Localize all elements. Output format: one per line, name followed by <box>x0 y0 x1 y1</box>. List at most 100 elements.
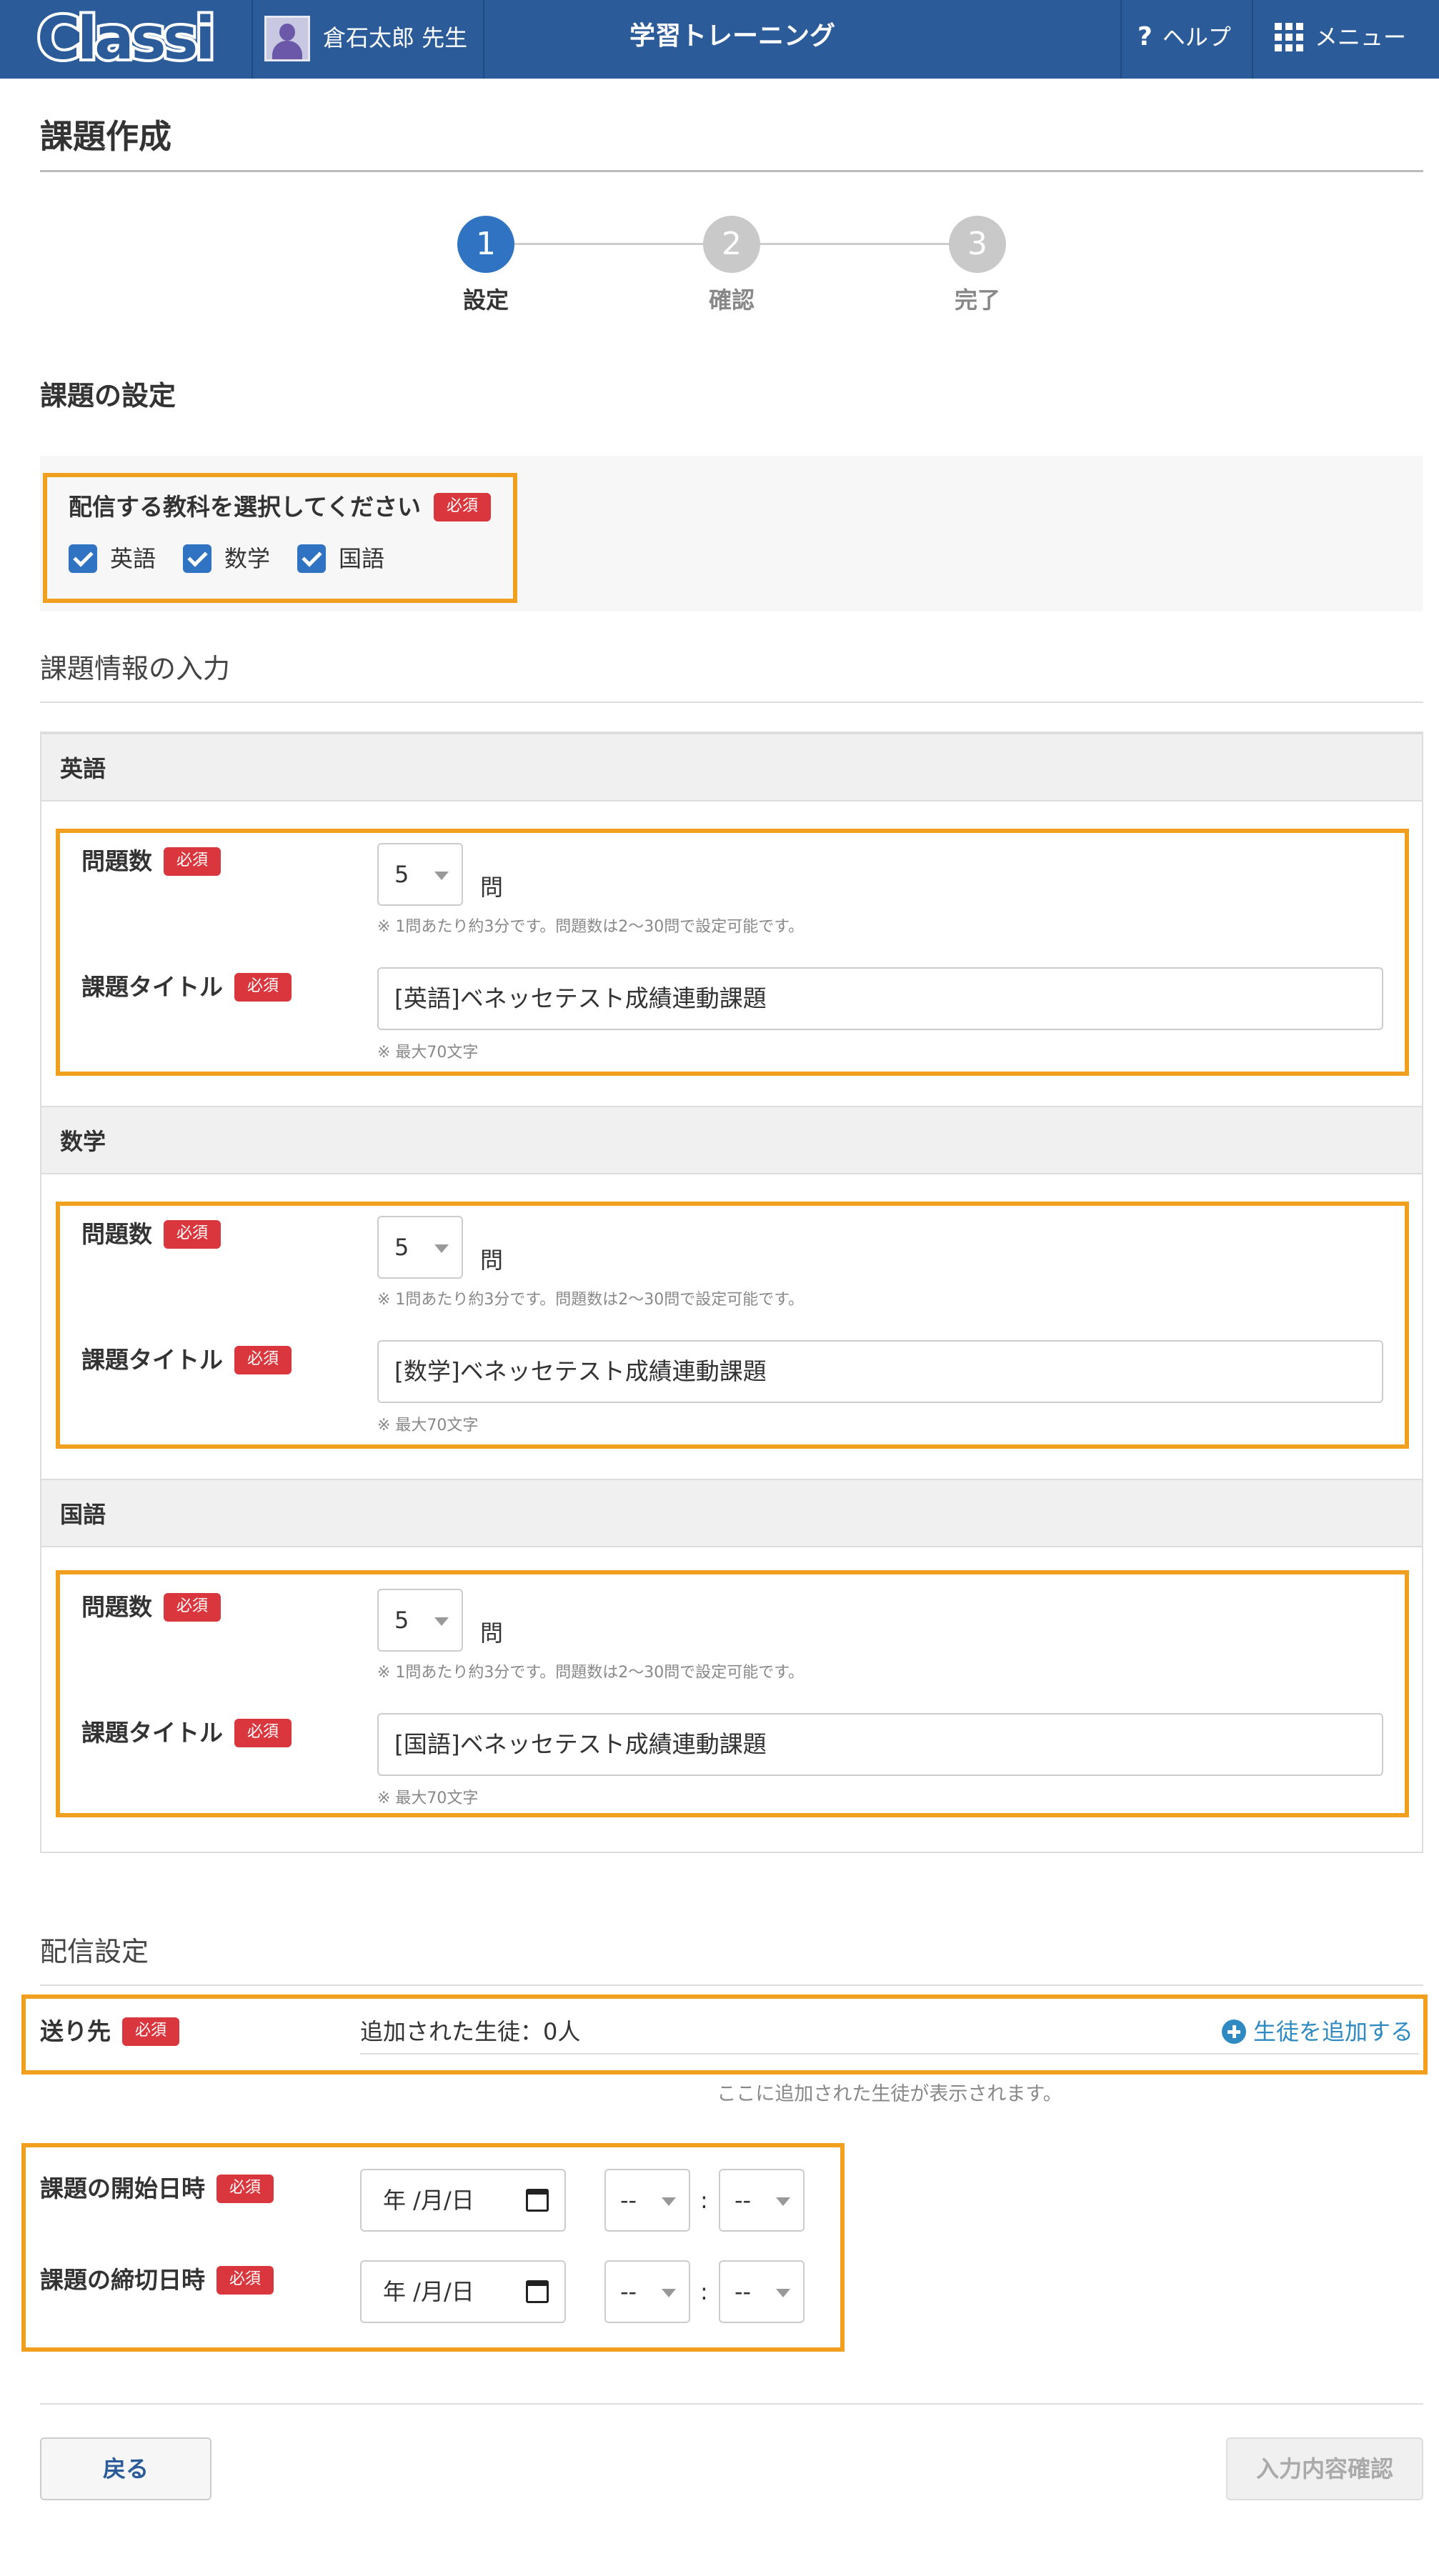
calendar-icon[interactable] <box>526 2280 549 2303</box>
time-colon: : <box>700 2187 708 2214</box>
header-divider <box>1252 0 1253 79</box>
help-label: ヘルプ <box>1162 24 1231 51</box>
start-minute-select[interactable]: -- <box>719 2169 805 2232</box>
title-input[interactable]: [国語]ベネッセテスト成績連動課題 <box>377 1713 1383 1776</box>
step-2-circle: 2 <box>703 216 760 273</box>
date-placeholder: 年 /月/日 <box>383 2187 474 2214</box>
help-button[interactable]: ? ヘルプ <box>1137 20 1231 54</box>
unit-label: 問 <box>480 1247 504 1274</box>
start-hour-select[interactable]: -- <box>604 2169 690 2232</box>
required-badge: 必須 <box>434 493 492 521</box>
step-2-label: 確認 <box>708 286 755 314</box>
subject-name: 数学 <box>60 1128 106 1155</box>
count-note: ※ 1問あたり約3分です。問題数は2〜30問で設定可能です。 <box>377 1664 805 1682</box>
highlight-english-fields <box>56 829 1409 1076</box>
question-count-select[interactable]: 5 <box>377 1589 463 1652</box>
required-badge: 必須 <box>164 847 221 876</box>
step-connector <box>760 243 963 245</box>
start-date-input[interactable]: 年 /月/日 <box>360 2169 566 2232</box>
settings-section-title: 課題の設定 <box>40 380 176 411</box>
label-text: 課題タイトル <box>81 973 223 1001</box>
menu-button[interactable]: メニュー <box>1275 20 1406 54</box>
title-note: ※ 最大70文字 <box>377 1044 479 1062</box>
question-icon: ? <box>1137 22 1152 51</box>
top-header: Classi 倉石太郎 先生 学習トレーニング ? ヘルプ メニュー <box>0 0 1439 79</box>
label-text: 問題数 <box>81 1593 152 1621</box>
label-text: 問題数 <box>81 847 152 875</box>
label-text: 課題タイトル <box>81 1346 223 1374</box>
required-badge: 必須 <box>234 1719 292 1747</box>
required-badge: 必須 <box>216 2175 274 2203</box>
menu-label: メニュー <box>1315 24 1407 51</box>
step-1-label: 設定 <box>462 286 509 314</box>
header-divider <box>1120 0 1122 79</box>
chevron-down-icon <box>434 872 449 880</box>
section-divider <box>40 702 1423 703</box>
subject-checkbox-math[interactable]: 数学 <box>183 541 270 576</box>
confirm-input-button[interactable]: 入力内容確認 <box>1226 2437 1423 2500</box>
page-title: 課題作成 <box>40 117 171 156</box>
step-connector <box>514 243 717 245</box>
subject-name: 国語 <box>60 1501 106 1528</box>
chevron-down-icon <box>434 1617 449 1626</box>
chevron-down-icon <box>776 2289 790 2297</box>
title-input[interactable]: [数学]ベネッセテスト成績連動課題 <box>377 1340 1383 1403</box>
subject-header-japanese: 国語 <box>41 1479 1422 1547</box>
label-text: 問題数 <box>81 1220 152 1248</box>
question-count-select[interactable]: 5 <box>377 843 463 906</box>
subject-checkbox-english[interactable]: 英語 <box>69 541 156 576</box>
calendar-icon[interactable] <box>526 2189 549 2212</box>
section-divider <box>40 1985 1423 1986</box>
delivery-section-title: 配信設定 <box>40 1936 149 1967</box>
required-badge: 必須 <box>164 1220 221 1249</box>
title-input[interactable]: [英語]ベネッセテスト成績連動課題 <box>377 967 1383 1030</box>
add-students-link[interactable]: 生徒を追加する <box>1221 2015 1413 2049</box>
subject-prompt-text: 配信する教科を選択してください <box>69 493 422 521</box>
unit-label: 問 <box>480 874 504 901</box>
added-students-count: 追加された生徒：0人 <box>360 2018 581 2045</box>
classi-logo[interactable]: Classi <box>34 4 230 74</box>
label-text: 課題の締切日時 <box>40 2266 205 2294</box>
label-text: 課題の開始日時 <box>40 2175 205 2202</box>
question-count-select[interactable]: 5 <box>377 1216 463 1279</box>
start-datetime-label: 課題の開始日時 必須 <box>40 2172 274 2206</box>
avatar[interactable] <box>264 16 310 61</box>
end-hour-select[interactable]: -- <box>604 2260 690 2323</box>
select-value: -- <box>620 2278 637 2305</box>
back-button[interactable]: 戻る <box>40 2437 211 2500</box>
chevron-down-icon <box>776 2197 790 2206</box>
highlight-japanese-fields <box>56 1570 1409 1817</box>
question-count-label: 問題数 必須 <box>81 1217 221 1252</box>
subject-header-english: 英語 <box>41 733 1422 802</box>
select-value: 5 <box>394 1607 409 1634</box>
select-value: -- <box>735 2187 752 2214</box>
checkbox-label: 数学 <box>224 545 271 572</box>
question-count-label: 問題数 必須 <box>81 844 221 879</box>
count-note: ※ 1問あたり約3分です。問題数は2〜30問で設定可能です。 <box>377 1291 805 1309</box>
required-badge: 必須 <box>216 2266 274 2295</box>
subject-checkbox-japanese[interactable]: 国語 <box>297 541 384 576</box>
chevron-down-icon <box>434 1244 449 1253</box>
end-datetime-label: 課題の締切日時 必須 <box>40 2263 274 2297</box>
subject-name: 英語 <box>60 755 106 782</box>
select-value: -- <box>620 2187 637 2214</box>
checkbox-checked-icon[interactable] <box>69 544 97 573</box>
checkbox-checked-icon[interactable] <box>297 544 326 573</box>
end-date-input[interactable]: 年 /月/日 <box>360 2260 566 2323</box>
title-note: ※ 最大70文字 <box>377 1789 479 1807</box>
step-3-label: 完了 <box>954 286 1000 314</box>
logo-text: Classi <box>34 4 218 74</box>
checkbox-label: 国語 <box>339 545 385 572</box>
checkbox-checked-icon[interactable] <box>183 544 211 573</box>
select-value: 5 <box>394 1234 409 1261</box>
subject-prompt: 配信する教科を選択してください 必須 <box>69 490 492 524</box>
select-value: -- <box>735 2278 752 2305</box>
checkbox-label: 英語 <box>110 545 156 572</box>
title-label: 課題タイトル 必須 <box>81 1343 292 1377</box>
label-text: 課題タイトル <box>81 1719 223 1747</box>
teacher-name[interactable]: 倉石太郎 先生 <box>323 21 467 54</box>
end-minute-select[interactable]: -- <box>719 2260 805 2323</box>
add-students-label: 生徒を追加する <box>1253 2018 1413 2045</box>
destination-divider <box>360 2053 1419 2055</box>
step-3-circle: 3 <box>949 216 1006 273</box>
